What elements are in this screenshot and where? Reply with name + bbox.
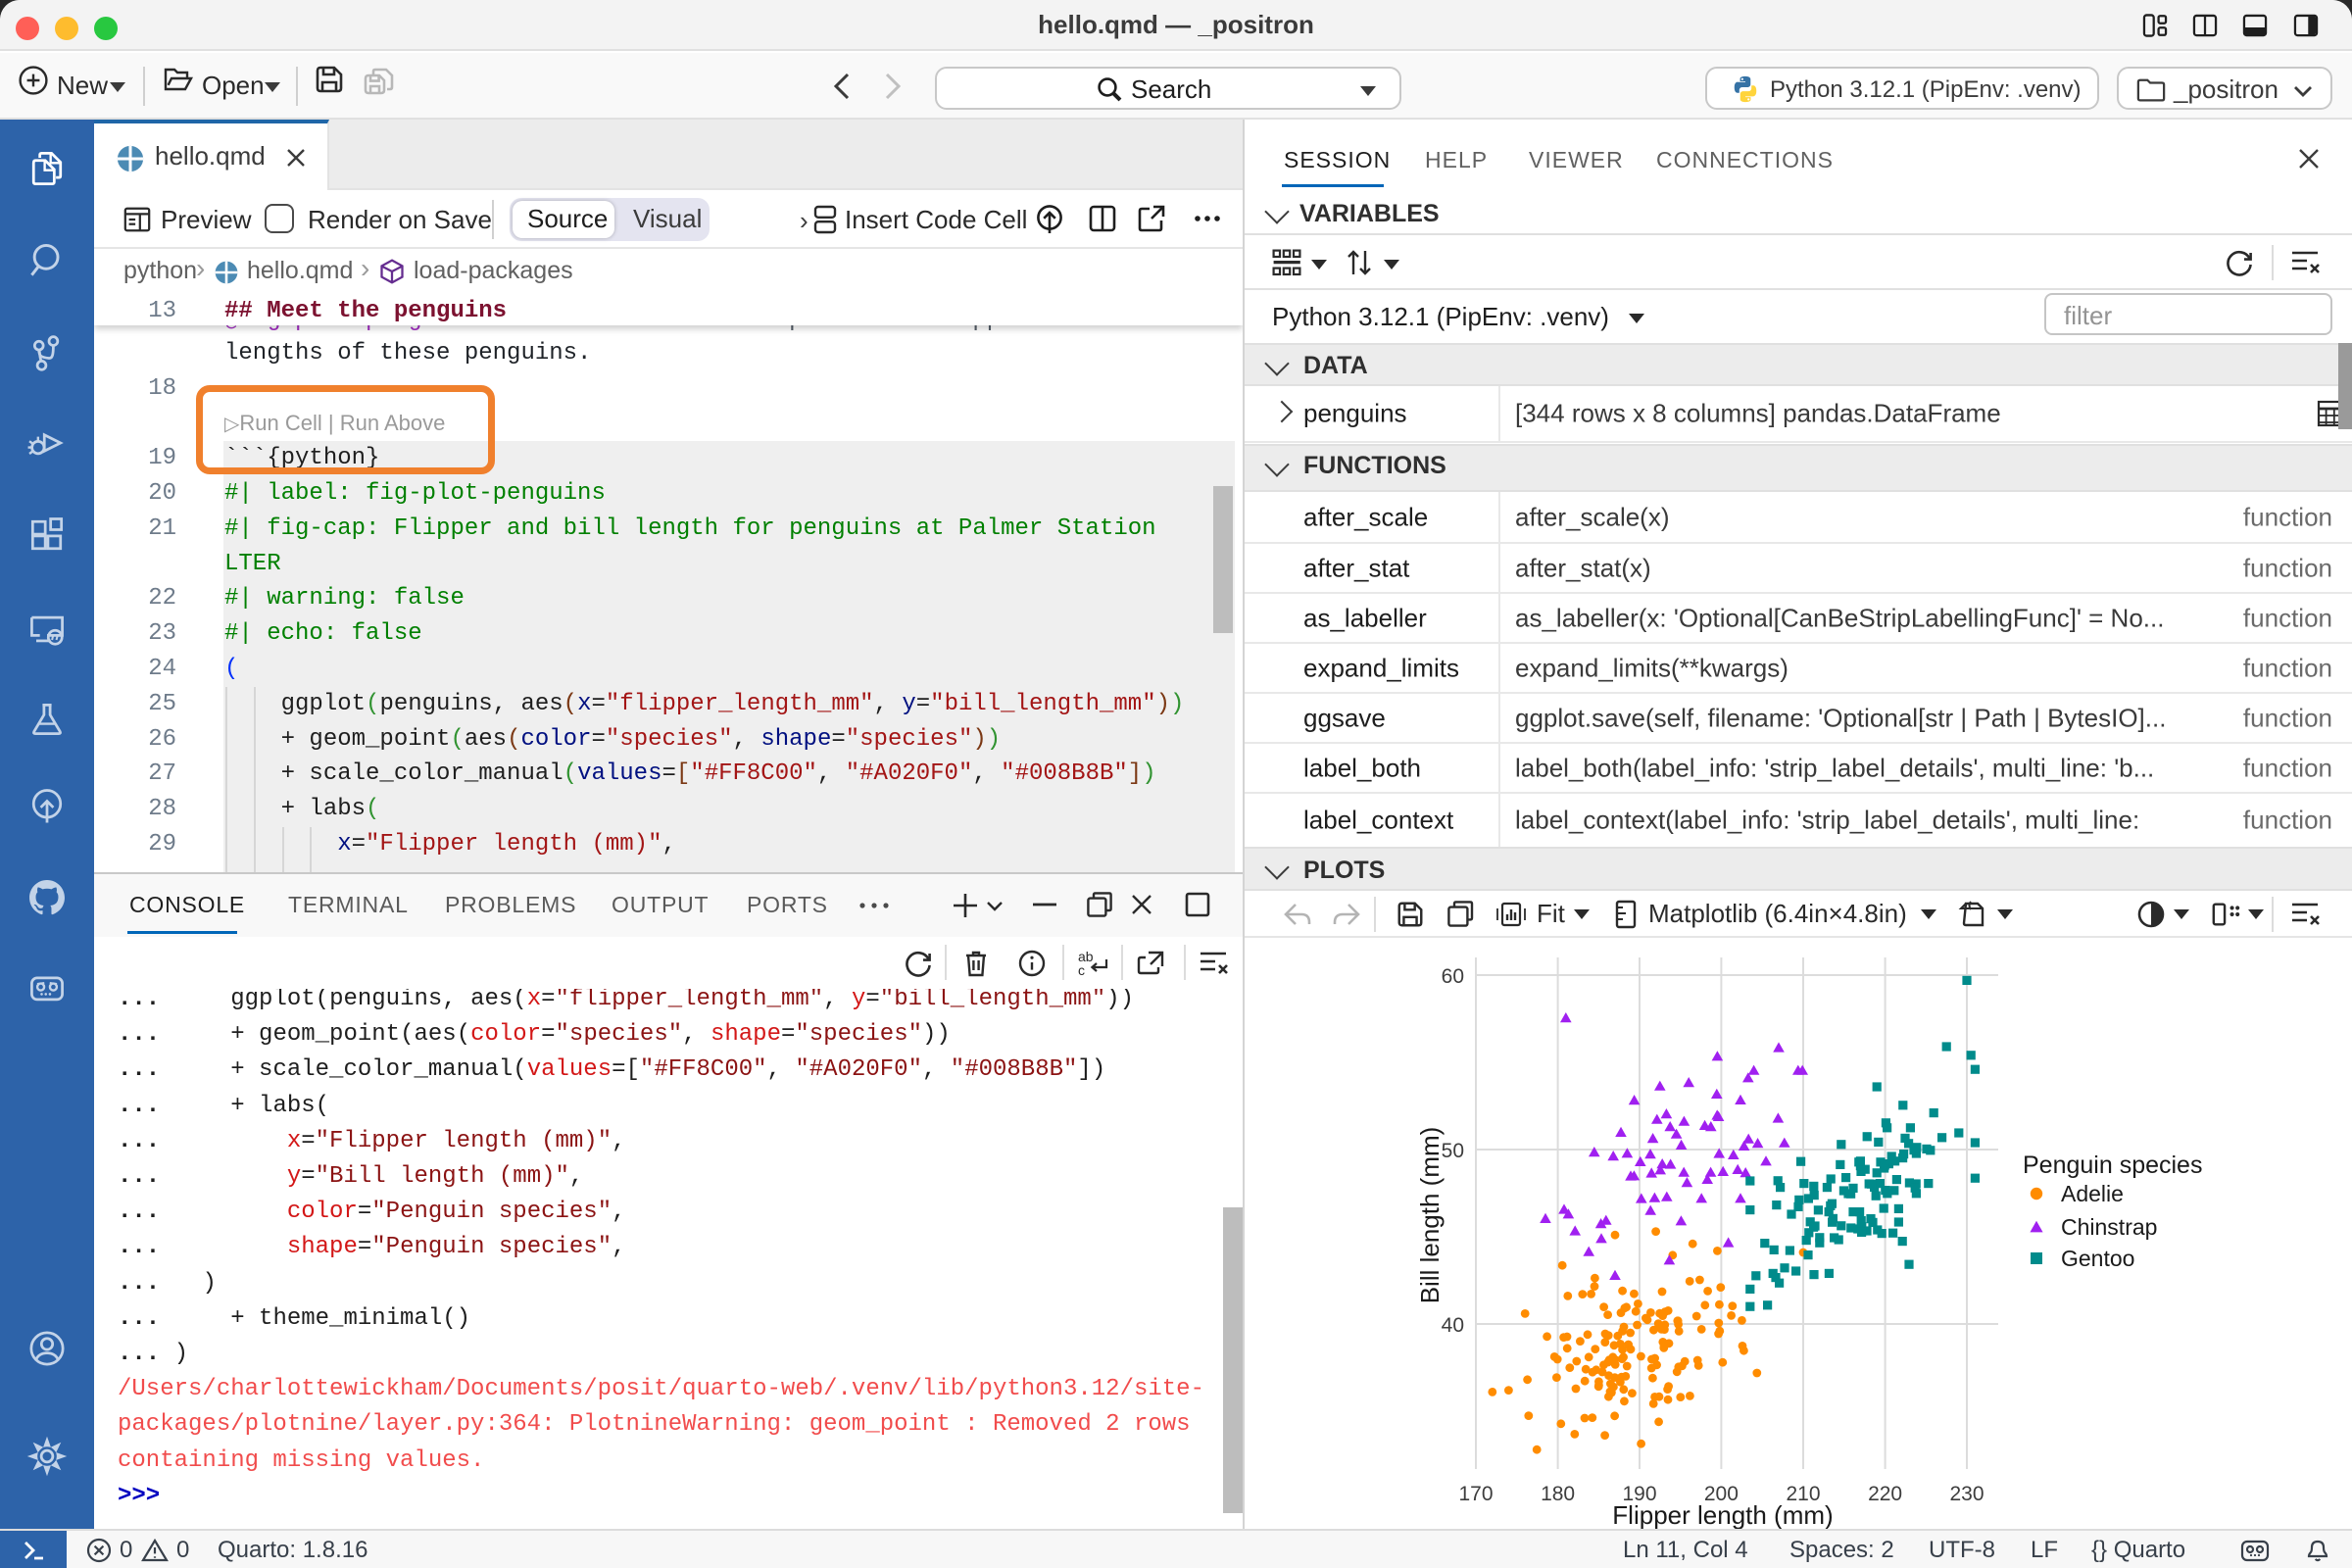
svg-text:Adelie: Adelie [2061, 1181, 2124, 1206]
svg-text:50: 50 [1442, 1140, 1464, 1162]
svg-text:60: 60 [1442, 965, 1464, 988]
svg-text:220: 220 [1868, 1483, 1902, 1505]
svg-text:Bill length (mm): Bill length (mm) [1415, 1127, 1445, 1304]
svg-text:230: 230 [1949, 1483, 1984, 1505]
svg-text:180: 180 [1541, 1483, 1575, 1505]
svg-text:Penguin species: Penguin species [2023, 1152, 2202, 1179]
svg-text:40: 40 [1442, 1314, 1464, 1337]
svg-text:c: c [1078, 962, 1085, 978]
svg-text:Gentoo: Gentoo [2061, 1246, 2134, 1271]
svg-text:Flipper length (mm): Flipper length (mm) [1612, 1500, 1833, 1529]
svg-text:170: 170 [1458, 1483, 1493, 1505]
svg-text:Chinstrap: Chinstrap [2061, 1214, 2157, 1240]
